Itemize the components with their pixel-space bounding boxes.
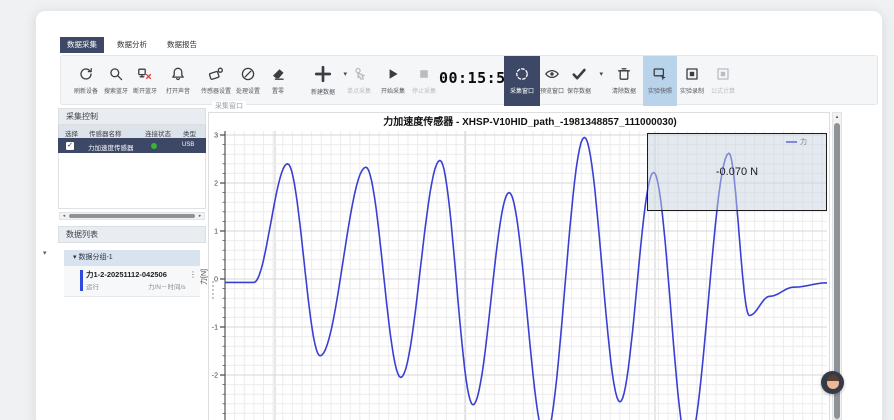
main-tab-bar: 数据采集数据分析数据报告 xyxy=(60,37,204,53)
check-icon xyxy=(571,66,587,87)
assistant-avatar-button[interactable] xyxy=(821,371,844,394)
svg-text:-1: -1 xyxy=(212,325,218,332)
toolbar-button-label: 实验快照 xyxy=(648,89,672,96)
toolbar-button-label: 置零 xyxy=(272,89,284,96)
toolbar-button-formula-calc: 公式计算 xyxy=(703,58,743,104)
column-header-2: 连接状态 xyxy=(145,128,171,138)
toolbar-button-label: 停止采集 xyxy=(412,89,436,96)
readout-value: -0.070 N xyxy=(648,166,826,178)
toolbar-button-label: 打开声音 xyxy=(166,89,190,96)
sensor-checkbox[interactable]: ✓ xyxy=(66,142,74,150)
toolbar-button-label: 断开蓝牙 xyxy=(133,89,157,96)
sensor-table-header: 选择 传感器名称 连接状态 类型 xyxy=(58,125,206,138)
series-color-bar xyxy=(80,270,83,291)
svg-text:1: 1 xyxy=(214,229,218,236)
data-group-row[interactable]: ▾ 数据分组-1 xyxy=(64,250,200,266)
tab-1[interactable]: 数据分析 xyxy=(110,37,154,53)
toolbar-button-zero[interactable]: 置零 xyxy=(258,58,298,104)
toolbar-button-label: 刷新设备 xyxy=(74,89,98,96)
toolbar-button-new-data[interactable]: 新建数据▾ xyxy=(303,58,343,104)
svg-text:2: 2 xyxy=(214,181,218,188)
toolbar-button-label: 处理设置 xyxy=(236,89,260,96)
svg-text:3: 3 xyxy=(214,133,218,140)
tab-2[interactable]: 数据报告 xyxy=(160,37,204,53)
caret-down-icon[interactable]: ▾ xyxy=(599,70,603,78)
toolbar-button-label: 实验录制 xyxy=(680,89,704,96)
scrollbar-thumb[interactable] xyxy=(69,214,195,218)
data-list-item[interactable]: 力1-2-20251112-042506 运行 力/N－时间/s ⋮ xyxy=(64,266,200,297)
connection-status-dot xyxy=(151,143,157,149)
sensor-name: 力加速度传感器 xyxy=(88,142,134,152)
stop-icon xyxy=(416,66,432,87)
plus-icon xyxy=(314,65,332,88)
sensor-type: USB xyxy=(182,142,194,148)
eye-icon xyxy=(544,66,560,87)
toolbar-button-clear-data[interactable]: 清除数据 xyxy=(604,58,644,104)
sensor-row-selected[interactable]: ✓ 力加速度传感器 USB xyxy=(58,138,206,153)
toolbar-button-label: 公式计算 xyxy=(711,89,735,96)
tab-0[interactable]: 数据采集 xyxy=(60,37,104,53)
item-menu-icon[interactable]: ⋮ xyxy=(189,270,197,279)
svg-text:0: 0 xyxy=(214,277,218,284)
data-list-panel-header: 数据列表 xyxy=(58,226,206,243)
scroll-up-arrow-icon[interactable]: ▴ xyxy=(833,113,841,122)
toolbar-button-stop-capture: 停止采集 xyxy=(404,58,444,104)
refresh-icon xyxy=(78,66,94,87)
play-icon xyxy=(385,66,401,87)
sidebar: 采集控制 选择 传感器名称 连接状态 类型 ✓ 力加速度传感器 USB ◂ ▸ 数据列… xyxy=(58,108,206,420)
record-icon xyxy=(684,66,700,87)
app-screenshot: 数据采集数据分析数据报告 00:15:54 刷新设备搜索蓝牙断开蓝牙打开声音传感… xyxy=(0,0,894,420)
sidebar-horizontal-scrollbar[interactable]: ◂ ▸ xyxy=(59,212,205,220)
bt-off-icon xyxy=(137,66,153,87)
sensor-icon xyxy=(208,66,224,87)
scroll-right-arrow-icon[interactable]: ▸ xyxy=(196,213,204,219)
avatar-hair xyxy=(827,375,839,381)
bell-icon xyxy=(170,66,186,87)
toolbar-button-label: 传感器设置 xyxy=(201,89,231,96)
toolbar-button-sound-on[interactable]: 打开声音 xyxy=(158,58,198,104)
formula-icon xyxy=(715,66,731,87)
data-item-status: 运行 xyxy=(86,281,99,291)
snapshot-icon xyxy=(652,66,668,87)
data-item-axes: 力/N－时间/s xyxy=(148,281,186,291)
toolbar-button-label: 保存数据 xyxy=(567,89,591,96)
toolbar-button-label: 清除数据 xyxy=(612,89,636,96)
toolbar-button-save-data[interactable]: 保存数据▾ xyxy=(559,58,599,104)
touch-icon xyxy=(351,66,367,87)
value-readout-box[interactable]: -0.070 N xyxy=(647,133,827,211)
toolbar-button-label: 单点采集 xyxy=(347,89,371,96)
capture-control-panel-header: 采集控制 xyxy=(58,108,206,125)
sensor-table-body xyxy=(58,153,206,209)
dashed-circle-icon xyxy=(514,66,530,87)
trash-icon xyxy=(616,66,632,87)
search-icon xyxy=(108,66,124,87)
toolbar-button-label: 新建数据 xyxy=(311,90,335,97)
toolbar-button-label: 开始采集 xyxy=(381,89,405,96)
scroll-left-arrow-icon[interactable]: ◂ xyxy=(60,213,68,219)
column-header-0: 选择 xyxy=(65,128,78,138)
data-item-title: 力1-2-20251112-042506 xyxy=(86,269,167,280)
sidebar-collapse-handle[interactable]: ▾ xyxy=(43,249,47,257)
edit-circle-icon xyxy=(240,66,256,87)
toolbar-button-label: 采集窗口 xyxy=(510,89,534,96)
column-header-3: 类型 xyxy=(183,128,196,138)
main-toolbar: 00:15:54 刷新设备搜索蓝牙断开蓝牙打开声音传感器设置处理设置置零新建数据… xyxy=(60,55,878,105)
column-header-1: 传感器名称 xyxy=(89,128,122,138)
svg-text:-2: -2 xyxy=(212,373,218,380)
eraser-icon xyxy=(270,66,286,87)
